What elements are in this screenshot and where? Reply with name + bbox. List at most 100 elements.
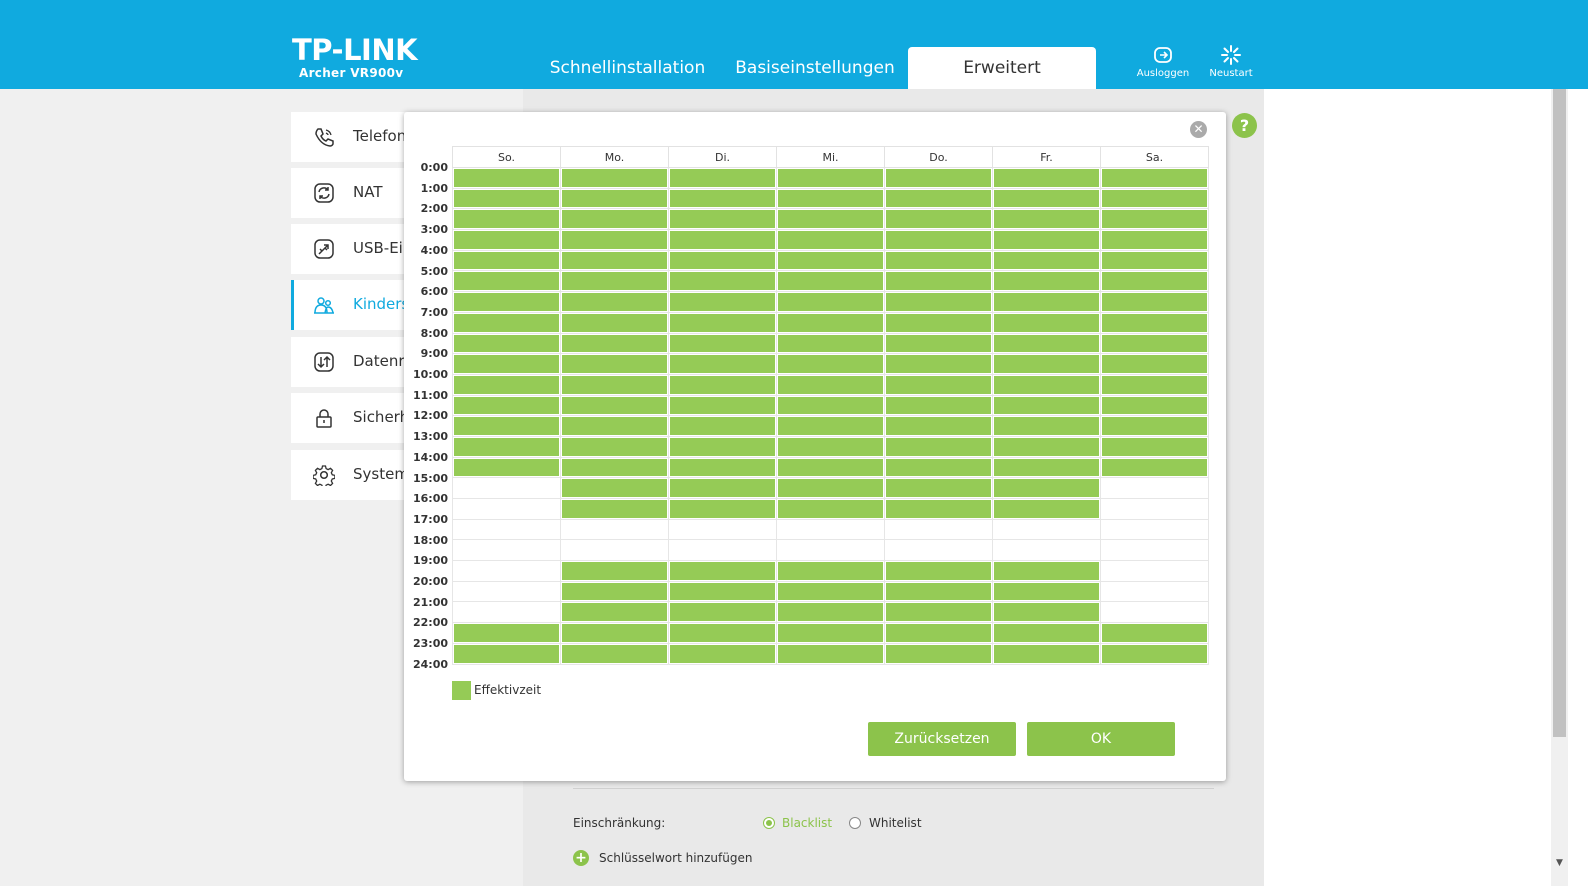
schedule-cell[interactable] (992, 270, 1101, 293)
schedule-cell[interactable] (884, 249, 993, 272)
tab-basiseinstellungen[interactable]: Basiseinstellungen (725, 47, 905, 89)
schedule-cell[interactable] (884, 394, 993, 417)
schedule-cell[interactable] (1100, 642, 1209, 665)
schedule-cell[interactable] (1100, 498, 1209, 520)
schedule-cell[interactable] (884, 601, 993, 624)
schedule-cell[interactable] (992, 394, 1101, 417)
schedule-cell[interactable] (560, 518, 669, 541)
schedule-cell[interactable] (452, 415, 561, 437)
add-keyword-button[interactable]: Schlüsselwort hinzufügen (599, 851, 752, 865)
schedule-cell[interactable] (992, 539, 1101, 562)
schedule-cell[interactable] (560, 249, 669, 272)
schedule-cell[interactable] (776, 373, 885, 396)
ok-button[interactable]: OK (1027, 722, 1175, 756)
schedule-cell[interactable] (776, 580, 885, 603)
schedule-cell[interactable] (992, 249, 1101, 272)
schedule-cell[interactable] (776, 291, 885, 313)
schedule-cell[interactable] (668, 249, 777, 272)
schedule-cell[interactable] (992, 580, 1101, 603)
schedule-cell[interactable] (668, 394, 777, 417)
schedule-cell[interactable] (1100, 291, 1209, 313)
schedule-cell[interactable] (452, 167, 561, 189)
schedule-cell[interactable] (668, 167, 777, 189)
reset-button[interactable]: Zurücksetzen (868, 722, 1016, 756)
schedule-cell[interactable] (668, 642, 777, 665)
schedule-cell[interactable] (992, 518, 1101, 541)
logout-button[interactable]: Ausloggen (1133, 44, 1193, 79)
schedule-cell[interactable] (668, 415, 777, 437)
schedule-cell[interactable] (452, 622, 561, 644)
schedule-cell[interactable] (992, 229, 1101, 251)
schedule-cell[interactable] (668, 498, 777, 520)
schedule-cell[interactable] (560, 415, 669, 437)
schedule-cell[interactable] (884, 187, 993, 210)
schedule-cell[interactable] (776, 622, 885, 644)
schedule-cell[interactable] (452, 456, 561, 479)
schedule-cell[interactable] (560, 642, 669, 665)
schedule-cell[interactable] (560, 332, 669, 355)
schedule-cell[interactable] (1100, 477, 1209, 499)
schedule-cell[interactable] (776, 601, 885, 624)
schedule-cell[interactable] (884, 477, 993, 499)
schedule-cell[interactable] (560, 167, 669, 189)
schedule-cell[interactable] (1100, 270, 1209, 293)
schedule-cell[interactable] (668, 353, 777, 375)
schedule-cell[interactable] (1100, 229, 1209, 251)
schedule-cell[interactable] (992, 435, 1101, 458)
schedule-cell[interactable] (452, 270, 561, 293)
schedule-cell[interactable] (992, 208, 1101, 231)
schedule-cell[interactable] (884, 373, 993, 396)
schedule-cell[interactable] (668, 270, 777, 293)
schedule-cell[interactable] (1100, 373, 1209, 396)
schedule-cell[interactable] (776, 229, 885, 251)
scrollbar-thumb[interactable] (1553, 89, 1566, 737)
schedule-cell[interactable] (560, 187, 669, 210)
blacklist-label[interactable]: Blacklist (782, 816, 832, 830)
schedule-cell[interactable] (776, 208, 885, 231)
schedule-cell[interactable] (884, 332, 993, 355)
schedule-cell[interactable] (992, 291, 1101, 313)
schedule-cell[interactable] (452, 373, 561, 396)
schedule-cell[interactable] (668, 456, 777, 479)
schedule-cell[interactable] (776, 477, 885, 499)
schedule-cell[interactable] (668, 435, 777, 458)
schedule-cell[interactable] (776, 539, 885, 562)
schedule-cell[interactable] (992, 167, 1101, 189)
schedule-cell[interactable] (884, 208, 993, 231)
schedule-cell[interactable] (1100, 435, 1209, 458)
schedule-cell[interactable] (776, 249, 885, 272)
schedule-cell[interactable] (1100, 249, 1209, 272)
schedule-cell[interactable] (560, 622, 669, 644)
schedule-cell[interactable] (776, 415, 885, 437)
whitelist-radio[interactable] (849, 817, 861, 829)
schedule-cell[interactable] (1100, 580, 1209, 603)
schedule-cell[interactable] (884, 353, 993, 375)
schedule-cell[interactable] (884, 311, 993, 334)
schedule-cell[interactable] (992, 373, 1101, 396)
reboot-button[interactable]: Neustart (1201, 44, 1261, 79)
help-button[interactable]: ? (1232, 113, 1257, 138)
schedule-cell[interactable] (884, 291, 993, 313)
schedule-cell[interactable] (560, 435, 669, 458)
schedule-cell[interactable] (776, 642, 885, 665)
schedule-cell[interactable] (1100, 332, 1209, 355)
schedule-cell[interactable] (452, 601, 561, 624)
schedule-cell[interactable] (452, 208, 561, 231)
schedule-cell[interactable] (452, 249, 561, 272)
schedule-cell[interactable] (452, 560, 561, 582)
schedule-cell[interactable] (668, 208, 777, 231)
schedule-cell[interactable] (452, 394, 561, 417)
schedule-cell[interactable] (452, 435, 561, 458)
close-icon[interactable]: ✕ (1190, 121, 1207, 138)
schedule-cell[interactable] (1100, 167, 1209, 189)
schedule-cell[interactable] (452, 477, 561, 499)
schedule-cell[interactable] (668, 622, 777, 644)
schedule-cell[interactable] (992, 456, 1101, 479)
schedule-cell[interactable] (776, 353, 885, 375)
schedule-cell[interactable] (452, 539, 561, 562)
schedule-cell[interactable] (776, 518, 885, 541)
schedule-cell[interactable] (452, 311, 561, 334)
schedule-cell[interactable] (452, 229, 561, 251)
whitelist-label[interactable]: Whitelist (869, 816, 922, 830)
schedule-cell[interactable] (1100, 560, 1209, 582)
